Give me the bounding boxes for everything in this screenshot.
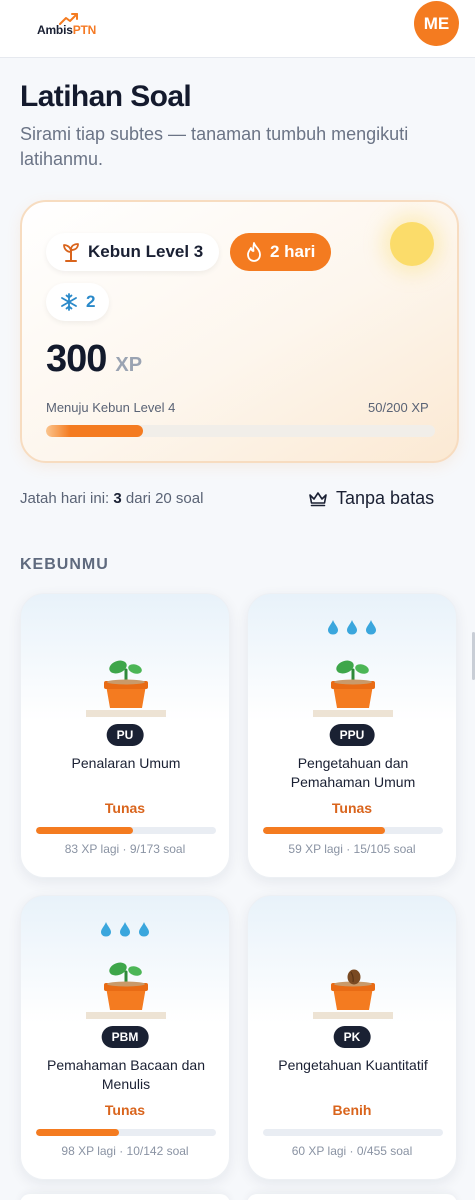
subtest-progress-bar <box>36 827 216 834</box>
sun-icon <box>390 222 434 266</box>
garden-progress-card: Kebun Level 3 2 hari 2 300 XP Menuju Keb… <box>20 200 459 463</box>
sprout-pot-icon <box>78 956 174 1021</box>
xp-unit: XP <box>115 354 143 376</box>
page-title: Latihan Soal <box>20 80 192 113</box>
subtest-code: PBM <box>101 1026 149 1048</box>
avatar[interactable]: ME <box>414 1 459 46</box>
subtest-progress-fill <box>36 827 134 834</box>
level-progress-fill <box>46 425 144 437</box>
subtest-progress-bar <box>263 827 443 834</box>
sprout-pot-icon <box>305 654 401 719</box>
water-drop-icon <box>346 619 358 640</box>
subtest-progress-bar <box>36 1129 216 1136</box>
subtest-name: Pengetahuan Kuantitatif <box>278 1057 428 1073</box>
next-level-label: Menuju Kebun Level 4 <box>46 400 176 415</box>
subtest-progress-fill <box>36 1129 119 1136</box>
quota-used: 3 <box>113 490 122 507</box>
snowflake-icon <box>61 293 77 311</box>
streak-badge: 2 hari <box>230 233 332 271</box>
next-level-progress: 50/200 XP <box>368 400 429 415</box>
unlimited-button[interactable]: Tanpa batas <box>308 488 434 509</box>
freeze-count: 2 <box>86 292 96 311</box>
logo-text: AmbisPTN <box>37 23 97 37</box>
growth-stage: Tunas <box>331 800 373 816</box>
app-logo[interactable]: AmbisPTN <box>37 12 107 42</box>
water-drops <box>248 619 456 640</box>
subtest-progress-bar <box>263 1129 443 1136</box>
subtest-meta: 83 XP lagi · 9/173 soal <box>64 842 186 856</box>
growth-stage: Tunas <box>104 800 146 816</box>
water-drop-icon <box>327 619 339 640</box>
unlimited-label: Tanpa batas <box>336 488 435 508</box>
subtest-progress-fill <box>263 827 386 834</box>
water-drops <box>21 921 229 942</box>
growth-stage: Tunas <box>104 1102 146 1118</box>
subtest-code: PU <box>106 724 144 746</box>
garden-card-pk[interactable]: PK Pengetahuan Kuantitatif Benih 60 XP lagi… <box>247 895 457 1180</box>
subtest-meta: 60 XP lagi · 0/455 soal <box>291 1144 413 1158</box>
water-drop-icon <box>138 921 150 942</box>
garden-level-badge: Kebun Level 3 <box>46 233 220 271</box>
garden-level-label: Kebun Level 3 <box>88 242 204 261</box>
xp-value: 300 <box>46 338 107 380</box>
water-drop-icon <box>100 921 112 942</box>
subtest-meta: 98 XP lagi · 10/142 soal <box>61 1144 189 1158</box>
xp-total: 300 XP <box>46 338 142 381</box>
sprout-pot-icon <box>78 654 174 719</box>
section-label-garden: KEBUNMU <box>20 556 109 573</box>
streak-freeze-badge: 2 <box>46 283 110 321</box>
subtest-code: PPU <box>329 724 375 746</box>
subtest-name: Pemahaman Bacaan dan Menulis <box>47 1057 205 1092</box>
daily-quota: Jatah hari ini: 3 dari 20 soal <box>20 490 204 507</box>
page-subtitle: Sirami tiap subtes — tanaman tumbuh meng… <box>20 124 409 169</box>
water-drop-icon <box>119 921 131 942</box>
garden-card-pbm[interactable]: PBM Pemahaman Bacaan dan Menulis Tunas 98 X… <box>20 895 230 1180</box>
garden-card-pu[interactable]: PU Penalaran Umum Tunas 83 XP lagi · 9/173 … <box>20 593 230 878</box>
top-bar: AmbisPTN ME <box>0 0 475 58</box>
garden-card-ppu[interactable]: PPU Pengetahuan dan Pemahaman Umum Tunas 59… <box>247 593 457 878</box>
subtest-code: PK <box>333 1026 371 1048</box>
streak-label: 2 hari <box>270 242 316 261</box>
flame-icon <box>247 242 261 262</box>
sprout-icon <box>63 243 79 262</box>
garden-card-next[interactable] <box>20 1194 230 1200</box>
subtest-name: Pengetahuan dan Pemahaman Umum <box>290 755 416 790</box>
water-drop-icon <box>365 619 377 640</box>
subtest-name: Penalaran Umum <box>71 755 181 771</box>
crown-icon <box>309 491 327 506</box>
garden-card-next[interactable] <box>247 1194 457 1200</box>
growth-stage: Benih <box>332 1102 372 1118</box>
level-progress-bar <box>46 425 435 437</box>
seed-pot-icon <box>305 956 401 1021</box>
subtest-meta: 59 XP lagi · 15/105 soal <box>288 842 416 856</box>
